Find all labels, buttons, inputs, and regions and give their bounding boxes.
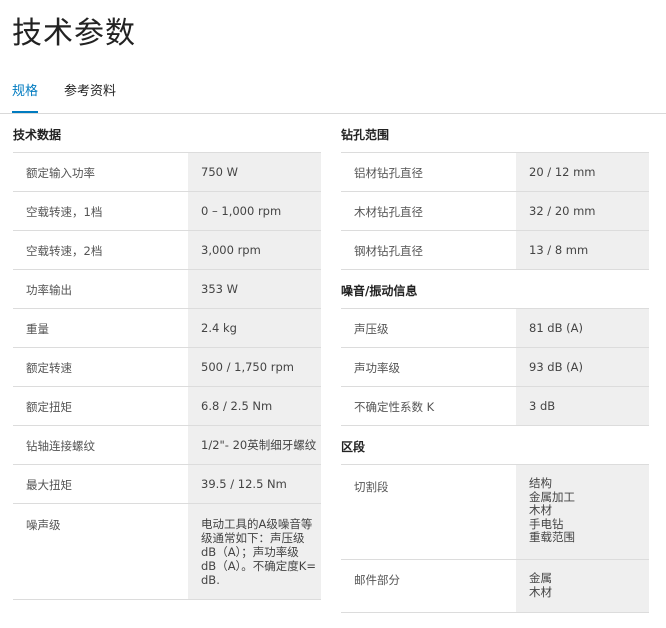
spec-value: 353 W (188, 270, 321, 308)
tech-data-section: 技术数据 额定输入功率 750 W 空载转速，1档 0 – 1,000 rpm … (13, 114, 321, 600)
spec-label: 空载转速，1档 (13, 192, 188, 230)
table-row: 木材钻孔直径 32 / 20 mm (341, 192, 649, 231)
spec-label: 铝材钻孔直径 (341, 153, 516, 191)
table-row: 功率输出 353 W (13, 270, 321, 309)
spec-label: 空载转速，2档 (13, 231, 188, 269)
spec-value: 20 / 12 mm (516, 153, 649, 191)
spec-value: 3 dB (516, 387, 649, 425)
tab-specs[interactable]: 规格 (12, 82, 39, 113)
spec-value: 0 – 1,000 rpm (188, 192, 321, 230)
spec-value: 1/2"- 20英制细牙螺纹 (188, 426, 321, 464)
table-row: 邮件部分 金属 木材 (341, 560, 649, 613)
table-row: 空载转速，2档 3,000 rpm (13, 231, 321, 270)
table-row: 额定扭矩 6.8 / 2.5 Nm (13, 387, 321, 426)
spec-label: 重量 (13, 309, 188, 347)
spec-label: 额定输入功率 (13, 153, 188, 191)
table-row: 额定转速 500 / 1,750 rpm (13, 348, 321, 387)
section-title-tech-data: 技术数据 (13, 128, 62, 142)
spec-label: 切割段 (341, 465, 516, 559)
tab-bar: 规格 参考资料 (0, 80, 666, 114)
section-title-drilling: 钻孔范围 (341, 128, 390, 142)
spec-value: 结构 金属加工 木材 手电钻 重载范围 (516, 465, 649, 559)
spec-label: 额定扭矩 (13, 387, 188, 425)
table-row: 最大扭矩 39.5 / 12.5 Nm (13, 465, 321, 504)
table-row: 铝材钻孔直径 20 / 12 mm (341, 152, 649, 192)
spec-label: 最大扭矩 (13, 465, 188, 503)
spec-value-line: 木材 (529, 584, 552, 599)
spec-value: 81 dB (A) (516, 309, 649, 347)
spec-value: 电动工具的A级噪音等 级通常如下：声压级 dB（A）；声功率级 dB（A）。不确… (188, 504, 321, 599)
table-row: 不确定性系数 K 3 dB (341, 387, 649, 426)
spec-value-line: 金属 (529, 571, 552, 585)
spec-value: 6.8 / 2.5 Nm (188, 387, 321, 425)
spec-value: 金属 木材 (516, 560, 649, 612)
spec-value-line: dB（A）。不确定度K= (201, 559, 316, 573)
table-row: 声功率级 93 dB (A) (341, 348, 649, 387)
spec-label: 木材钻孔直径 (341, 192, 516, 230)
spec-label: 钢材钻孔直径 (341, 231, 516, 269)
spec-value: 93 dB (A) (516, 348, 649, 386)
spec-value-line: 重载范围 (529, 530, 575, 544)
spec-value: 750 W (188, 153, 321, 191)
spec-value-line: 木材 (529, 503, 552, 517)
spec-value: 39.5 / 12.5 Nm (188, 465, 321, 503)
spec-value: 32 / 20 mm (516, 192, 649, 230)
table-row: 钻轴连接螺纹 1/2"- 20英制细牙螺纹 (13, 426, 321, 465)
spec-value: 500 / 1,750 rpm (188, 348, 321, 386)
spec-value-line: 金属加工 (529, 489, 575, 504)
table-row: 钢材钻孔直径 13 / 8 mm (341, 231, 649, 270)
page-title: 技术参数 (12, 16, 136, 51)
spec-label: 噪声级 (13, 504, 188, 599)
table-row: 声压级 81 dB (A) (341, 308, 649, 348)
spec-value: 2.4 kg (188, 309, 321, 347)
spec-label: 不确定性系数 K (341, 387, 516, 425)
table-row: 重量 2.4 kg (13, 309, 321, 348)
spec-value-line: dB. (201, 573, 220, 587)
spec-value-line: 结构 (529, 476, 552, 490)
spec-label: 额定转速 (13, 348, 188, 386)
spec-value: 13 / 8 mm (516, 231, 649, 269)
table-row: 切割段 结构 金属加工 木材 手电钻 重载范围 (341, 464, 649, 560)
spec-label: 钻轴连接螺纹 (13, 426, 188, 464)
spec-label: 邮件部分 (341, 560, 516, 612)
table-row: 额定输入功率 750 W (13, 152, 321, 192)
section-title-segments: 区段 (341, 440, 366, 454)
right-column: 钻孔范围 铝材钻孔直径 20 / 12 mm 木材钻孔直径 32 / 20 mm… (341, 114, 649, 613)
spec-label: 功率输出 (13, 270, 188, 308)
section-title-noise: 噪音/振动信息 (341, 284, 418, 298)
spec-value-line: 级通常如下：声压级 (201, 531, 305, 545)
tab-references[interactable]: 参考资料 (64, 82, 116, 111)
spec-label: 声功率级 (341, 348, 516, 386)
spec-value-line: dB（A）；声功率级 (201, 545, 299, 559)
spec-value-line: 手电钻 (529, 516, 564, 531)
spec-label: 声压级 (341, 309, 516, 347)
table-row: 噪声级 电动工具的A级噪音等 级通常如下：声压级 dB（A）；声功率级 dB（A… (13, 504, 321, 600)
spec-value: 3,000 rpm (188, 231, 321, 269)
spec-value-line: 电动工具的A级噪音等 (201, 517, 313, 531)
table-row: 空载转速，1档 0 – 1,000 rpm (13, 192, 321, 231)
